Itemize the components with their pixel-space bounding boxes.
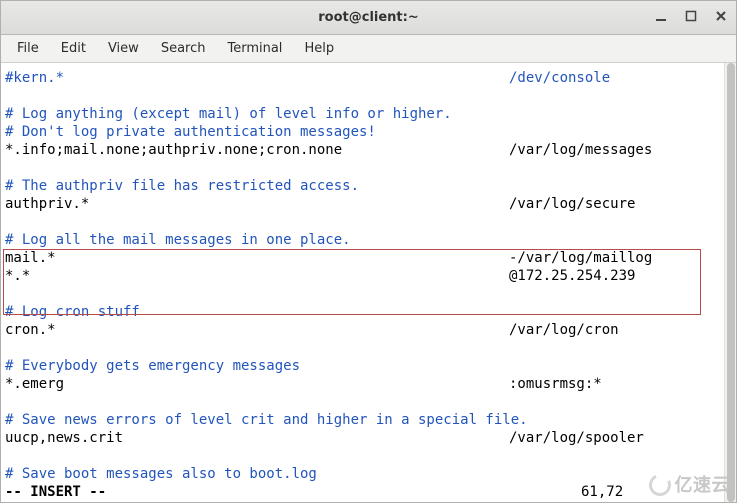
text-line: # Everybody gets emergency messages xyxy=(5,357,300,375)
text-line: *.info;mail.none;authpriv.none;cron.none xyxy=(5,141,342,159)
terminal-area[interactable]: #kern.* /dev/console # Log anything (exc… xyxy=(1,63,736,502)
menu-terminal[interactable]: Terminal xyxy=(217,38,292,59)
titlebar: root@client:~ xyxy=(1,1,736,35)
text-line: :omusrmsg:* xyxy=(509,375,602,393)
window-title: root@client:~ xyxy=(1,10,736,25)
scrollbar[interactable] xyxy=(724,63,736,502)
menu-file[interactable]: File xyxy=(7,38,49,59)
text-line: -/var/log/maillog xyxy=(509,249,652,267)
text-line: # Save news errors of level crit and hig… xyxy=(5,411,528,429)
menu-search[interactable]: Search xyxy=(151,38,216,59)
menu-help[interactable]: Help xyxy=(294,38,344,59)
watermark-icon xyxy=(645,471,673,499)
text-line: @172.25.254.239 xyxy=(509,267,635,285)
text-line: /dev/console xyxy=(509,69,610,87)
text-line: *.* xyxy=(5,267,30,285)
text-line: # Log cron stuff xyxy=(5,303,140,321)
maximize-button[interactable] xyxy=(682,7,700,25)
text-line: # Don't log private authentication messa… xyxy=(5,123,376,141)
text-line: /var/log/cron xyxy=(509,321,619,339)
minimize-button[interactable] xyxy=(652,7,670,25)
text-line: authpriv.* xyxy=(5,195,89,213)
menubar: File Edit View Search Terminal Help xyxy=(1,35,736,63)
text-line: uucp,news.crit xyxy=(5,429,123,447)
text-line: /var/log/messages xyxy=(509,141,652,159)
vim-mode-indicator: -- INSERT -- xyxy=(5,483,106,501)
window-controls xyxy=(652,7,730,25)
text-line: #kern.* xyxy=(5,69,64,87)
text-line: /var/log/spooler xyxy=(509,429,644,447)
text-line: # Log anything (except mail) of level in… xyxy=(5,105,452,123)
terminal-window: root@client:~ File Edit View Search Term… xyxy=(0,0,737,503)
text-line: # Log all the mail messages in one place… xyxy=(5,231,351,249)
menu-edit[interactable]: Edit xyxy=(51,38,96,59)
scrollbar-thumb[interactable] xyxy=(727,63,735,502)
text-line: *.emerg xyxy=(5,375,64,393)
text-line: # Save boot messages also to boot.log xyxy=(5,465,317,483)
text-line: cron.* xyxy=(5,321,56,339)
cursor-position: 61,72 xyxy=(581,483,623,501)
text-line: # The authpriv file has restricted acces… xyxy=(5,177,359,195)
watermark: 亿速云 xyxy=(649,474,731,496)
text-line: /var/log/secure xyxy=(509,195,635,213)
close-button[interactable] xyxy=(712,7,730,25)
text-line: mail.* xyxy=(5,249,56,267)
menu-view[interactable]: View xyxy=(98,38,149,59)
watermark-text: 亿速云 xyxy=(675,476,731,494)
